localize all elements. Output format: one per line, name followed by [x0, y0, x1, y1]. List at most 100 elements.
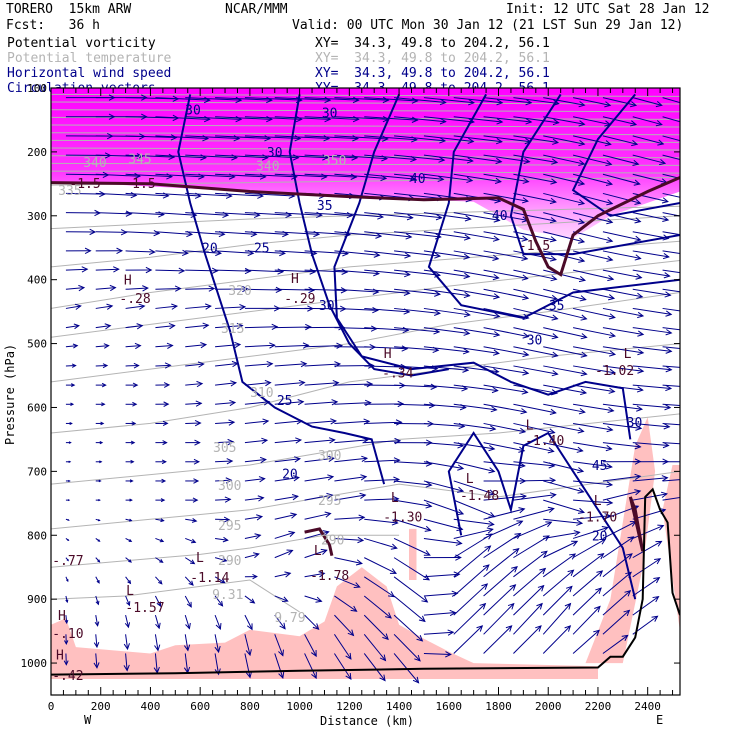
wind-vector — [155, 576, 163, 585]
wind-vector — [125, 498, 133, 502]
wind-vector-shaft — [215, 306, 246, 309]
wind-vector — [154, 614, 161, 630]
wind-vector — [543, 480, 585, 494]
wind-vector-head — [691, 197, 697, 202]
x-axis-east-label: E — [656, 713, 663, 727]
wind-vector — [215, 458, 234, 465]
wind-vector-head — [687, 159, 693, 164]
pv-label: -1.48 — [460, 489, 499, 504]
y-tick-label: 1000 — [21, 657, 48, 670]
wind-vector — [185, 303, 212, 310]
wind-vector — [364, 557, 397, 574]
wind-vector-shaft — [244, 326, 278, 329]
wind-vector — [65, 441, 72, 444]
wind-vector — [125, 342, 142, 350]
wind-vector — [65, 538, 70, 541]
speed-label: 30 — [319, 299, 335, 314]
x-tick-label: 2000 — [535, 700, 562, 713]
theta-label: 320 — [228, 284, 251, 299]
wind-vector-shaft — [364, 478, 399, 482]
theta-label: 9.31 — [212, 588, 243, 603]
wind-vector-shaft — [453, 545, 491, 578]
wind-vector-shaft — [513, 494, 556, 501]
wind-vector — [274, 595, 289, 603]
y-tick-label: 700 — [27, 465, 47, 478]
wind-vector — [95, 343, 110, 349]
wind-vector — [155, 518, 165, 523]
wind-vector — [543, 540, 579, 559]
wind-vector — [185, 478, 200, 484]
wind-vector — [95, 303, 114, 310]
wind-vector — [453, 461, 496, 474]
wind-vector — [65, 266, 89, 273]
wind-vector-shaft — [453, 346, 499, 354]
wind-vector — [543, 530, 581, 539]
wind-vector — [423, 629, 455, 636]
wind-vector — [215, 536, 229, 543]
wind-vector-shaft — [423, 327, 470, 334]
wind-vector — [423, 554, 462, 561]
wind-vector-shaft — [155, 269, 185, 272]
pv-label: -1.78 — [310, 569, 349, 584]
wind-vector — [244, 595, 256, 604]
wind-vector — [185, 380, 204, 388]
x-tick-label: 2200 — [585, 700, 612, 713]
wind-vector — [453, 564, 490, 597]
wind-vector — [304, 437, 336, 444]
wind-vector — [334, 418, 371, 425]
wind-vector-shaft — [572, 570, 603, 597]
pv-label: H — [291, 272, 299, 287]
theta-contour-300 — [51, 413, 680, 485]
wind-vector — [513, 550, 548, 578]
wind-vector — [95, 479, 102, 483]
wind-vector — [95, 557, 101, 563]
theta-label: 305 — [213, 441, 236, 456]
wind-vector — [125, 518, 133, 522]
wind-vector-shaft — [602, 288, 643, 298]
wind-vector-shaft — [304, 382, 339, 386]
theta-label: 290 — [218, 554, 241, 569]
wind-vector — [184, 595, 192, 608]
theta-label: 340 — [83, 156, 106, 171]
wind-vector — [364, 537, 398, 550]
theta-label: 335 — [58, 184, 81, 199]
x-axis-west-label: W — [84, 713, 92, 727]
wind-vector-shaft — [215, 421, 235, 424]
wind-vector — [155, 537, 165, 543]
wind-vector — [423, 590, 459, 597]
wind-vector — [125, 421, 137, 426]
wind-vector-head — [689, 493, 695, 498]
wind-vector — [65, 284, 86, 292]
wind-vector — [155, 342, 174, 349]
wind-vector — [94, 615, 100, 627]
theta-label: 290 — [321, 534, 344, 549]
wind-vector — [304, 595, 323, 603]
wind-vector-shaft — [543, 461, 584, 472]
wind-vector — [154, 634, 161, 652]
wind-vector — [632, 595, 660, 616]
wind-vector — [334, 399, 372, 407]
wind-vector — [185, 285, 216, 292]
wind-vector — [215, 267, 252, 275]
wind-vector-head — [695, 366, 701, 371]
pv-label: -1.70 — [578, 511, 617, 526]
wind-vector — [274, 437, 303, 444]
wind-vector-shaft — [364, 557, 397, 574]
wind-vector — [513, 506, 555, 520]
wind-vector — [453, 533, 493, 559]
wind-vector — [394, 499, 433, 509]
wind-vector — [274, 456, 302, 463]
theta-label: 300 — [318, 449, 341, 464]
wind-vector — [125, 440, 136, 445]
wind-vector — [274, 530, 296, 539]
wind-vector — [274, 549, 294, 559]
x-tick-label: 2400 — [634, 700, 661, 713]
wind-vector-shaft — [513, 585, 545, 616]
wind-vector — [95, 382, 107, 388]
wind-vector — [185, 322, 210, 329]
wind-vector-shaft — [423, 631, 454, 635]
wind-vector — [65, 421, 73, 425]
wind-vector — [155, 478, 167, 484]
wind-vector — [244, 552, 260, 559]
x-tick-label: 200 — [91, 700, 111, 713]
